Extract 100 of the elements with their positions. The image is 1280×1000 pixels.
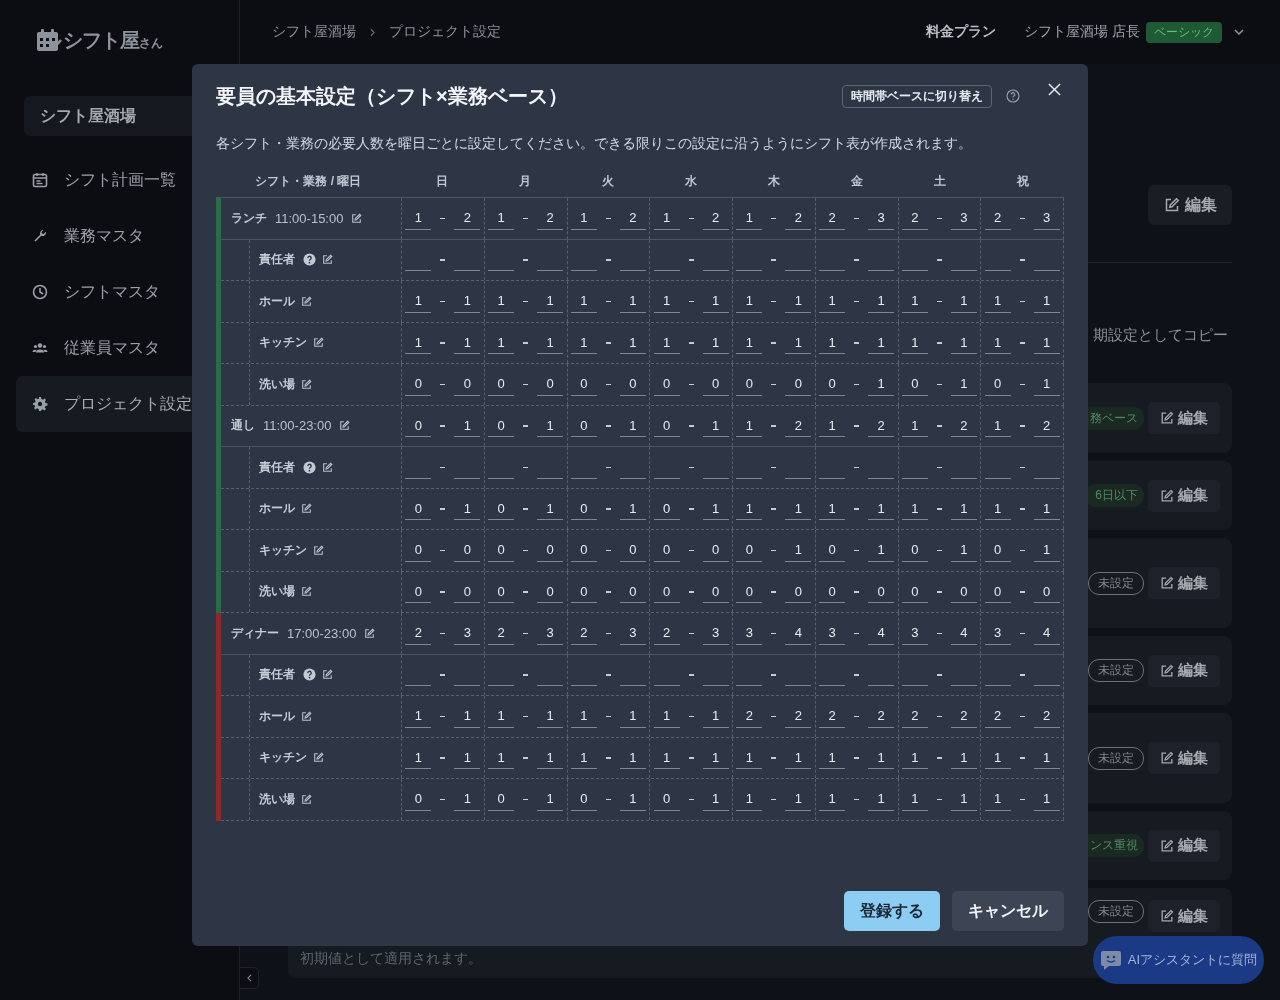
min-count-field[interactable]: 0	[488, 372, 515, 396]
min-count-field[interactable]: 1	[653, 289, 680, 313]
min-count-field[interactable]: 0	[570, 538, 597, 562]
max-count-field[interactable]: 1	[785, 538, 812, 562]
max-count-field[interactable]: 2	[537, 206, 564, 230]
edit-icon[interactable]	[301, 503, 312, 515]
max-count-field[interactable]: 1	[868, 538, 895, 562]
max-count-field[interactable]: 2	[785, 704, 812, 728]
min-count-field[interactable]: 3	[901, 621, 928, 645]
min-count-field[interactable]: 1	[570, 331, 597, 355]
max-count-field[interactable]: 2	[1033, 414, 1060, 438]
min-count-field[interactable]: 0	[405, 787, 432, 811]
nav-item[interactable]: シフト計画一覧	[16, 152, 239, 208]
min-count-field[interactable]: 1	[984, 331, 1011, 355]
max-count-field[interactable]: 1	[619, 331, 646, 355]
max-count-field[interactable]: 1	[537, 289, 564, 313]
edit-icon[interactable]	[301, 295, 312, 307]
max-count-field[interactable]: 1	[619, 704, 646, 728]
min-count-field[interactable]: 1	[488, 704, 515, 728]
min-count-field[interactable]: 2	[901, 206, 928, 230]
min-count-field[interactable]: 0	[736, 538, 763, 562]
min-count-field[interactable]: 0	[984, 372, 1011, 396]
max-count-field[interactable]: 1	[454, 331, 481, 355]
min-count-field[interactable]: 1	[405, 289, 432, 313]
min-count-field[interactable]: 2	[819, 704, 846, 728]
max-count-field[interactable]: 0	[702, 580, 729, 604]
max-count-field[interactable]: 1	[950, 746, 977, 770]
max-count-field[interactable]: 2	[868, 704, 895, 728]
submit-button[interactable]: 登録する	[844, 891, 940, 931]
max-count-field[interactable]: 2	[619, 206, 646, 230]
min-count-field[interactable]: 1	[405, 704, 432, 728]
max-count-field[interactable]: 1	[950, 331, 977, 355]
max-count-field[interactable]: 0	[619, 538, 646, 562]
max-count-field[interactable]: 1	[454, 787, 481, 811]
min-count-field[interactable]: 1	[570, 746, 597, 770]
nav-item[interactable]: 従業員マスタ	[16, 320, 239, 376]
min-count-field[interactable]: 1	[405, 331, 432, 355]
min-count-field[interactable]: 0	[570, 580, 597, 604]
ai-assistant-button[interactable]: AIアシスタントに質問	[1093, 936, 1264, 984]
min-count-field[interactable]: 1	[901, 746, 928, 770]
max-count-field[interactable]: 1	[537, 331, 564, 355]
max-count-field[interactable]: 1	[950, 372, 977, 396]
min-count-field[interactable]: 0	[984, 538, 1011, 562]
max-count-field[interactable]: 1	[950, 289, 977, 313]
nav-item[interactable]: シフトマスタ	[16, 264, 239, 320]
min-count-field[interactable]: 0	[819, 372, 846, 396]
max-count-field[interactable]: 3	[454, 621, 481, 645]
min-count-field[interactable]: 1	[736, 206, 763, 230]
max-count-field[interactable]: 2	[950, 414, 977, 438]
max-count-field[interactable]: 0	[619, 372, 646, 396]
max-count-field[interactable]: 0	[454, 372, 481, 396]
edit-icon[interactable]	[351, 212, 363, 224]
max-count-field[interactable]: 1	[454, 414, 481, 438]
min-count-field[interactable]: 3	[819, 621, 846, 645]
max-count-field[interactable]: 1	[1033, 538, 1060, 562]
max-count-field[interactable]: 2	[950, 704, 977, 728]
min-count-field[interactable]: 1	[984, 497, 1011, 521]
max-count-field[interactable]: 1	[702, 289, 729, 313]
max-count-field[interactable]: 1	[702, 787, 729, 811]
min-count-field[interactable]: 0	[405, 372, 432, 396]
min-count-field[interactable]: 0	[570, 787, 597, 811]
max-count-field[interactable]: 1	[950, 787, 977, 811]
max-count-field[interactable]: 2	[454, 206, 481, 230]
max-count-field[interactable]: 3	[619, 621, 646, 645]
min-count-field[interactable]: 1	[570, 206, 597, 230]
min-count-field[interactable]: 1	[653, 746, 680, 770]
max-count-field[interactable]: 2	[702, 206, 729, 230]
min-count-field[interactable]: 2	[901, 704, 928, 728]
min-count-field[interactable]: 2	[488, 621, 515, 645]
min-count-field[interactable]: 1	[653, 206, 680, 230]
min-count-field[interactable]: 0	[819, 538, 846, 562]
min-count-field[interactable]: 0	[488, 580, 515, 604]
min-count-field[interactable]: 1	[653, 704, 680, 728]
help-icon[interactable]	[1006, 89, 1020, 103]
min-count-field[interactable]: 1	[901, 414, 928, 438]
min-count-field[interactable]: 3	[984, 621, 1011, 645]
max-count-field[interactable]: 1	[1033, 497, 1060, 521]
min-count-field[interactable]: 1	[984, 414, 1011, 438]
max-count-field[interactable]: 3	[537, 621, 564, 645]
help-icon[interactable]	[303, 253, 316, 267]
min-count-field[interactable]: 0	[405, 497, 432, 521]
edit-icon[interactable]	[322, 461, 333, 473]
max-count-field[interactable]: 0	[868, 580, 895, 604]
max-count-field[interactable]: 1	[619, 414, 646, 438]
max-count-field[interactable]: 1	[619, 746, 646, 770]
min-count-field[interactable]: 1	[405, 746, 432, 770]
min-count-field[interactable]: 2	[653, 621, 680, 645]
min-count-field[interactable]: 3	[736, 621, 763, 645]
max-count-field[interactable]: 1	[537, 787, 564, 811]
min-count-field[interactable]: 1	[819, 746, 846, 770]
switch-mode-button[interactable]: 時間帯ベースに切り替え	[842, 84, 992, 108]
max-count-field[interactable]: 0	[454, 538, 481, 562]
min-count-field[interactable]: 0	[570, 372, 597, 396]
help-icon[interactable]	[303, 668, 316, 682]
edit-icon[interactable]	[313, 544, 324, 556]
min-count-field[interactable]: 1	[736, 746, 763, 770]
min-count-field[interactable]: 0	[653, 580, 680, 604]
max-count-field[interactable]: 1	[785, 746, 812, 770]
min-count-field[interactable]: 0	[570, 497, 597, 521]
min-count-field[interactable]: 1	[984, 289, 1011, 313]
